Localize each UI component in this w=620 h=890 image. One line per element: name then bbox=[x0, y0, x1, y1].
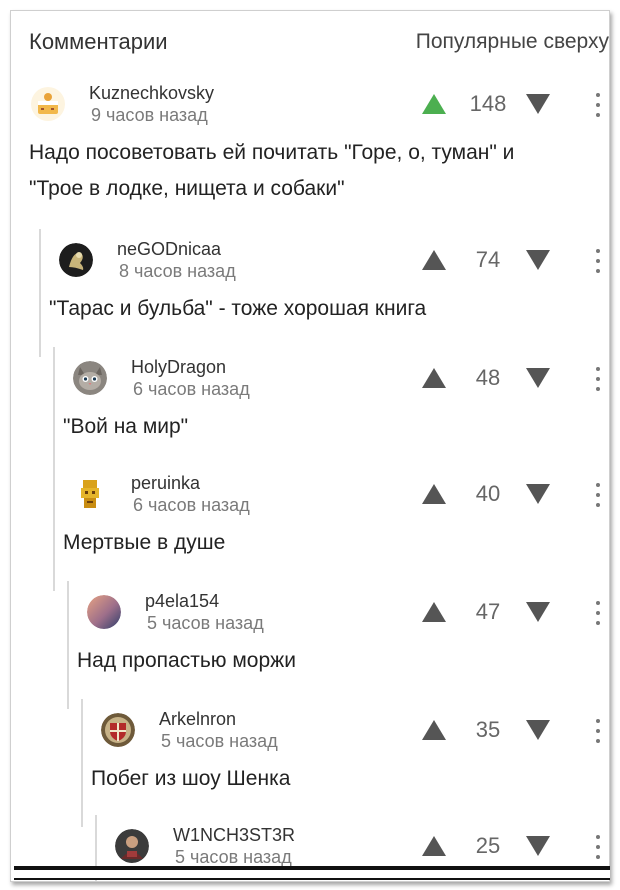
comments-header: Комментарии Популярные сверху bbox=[29, 25, 609, 59]
upvote-arrow-icon[interactable] bbox=[421, 601, 447, 623]
comment: HolyDragon 6 часов назад 48 "Вой на мир" bbox=[53, 347, 609, 475]
downvote-arrow-icon[interactable] bbox=[525, 835, 551, 857]
shield-avatar-icon[interactable] bbox=[101, 713, 135, 747]
more-options-icon[interactable] bbox=[593, 601, 603, 625]
bottom-divider bbox=[14, 866, 610, 880]
more-options-icon[interactable] bbox=[593, 719, 603, 743]
comment-username[interactable]: neGODnicaa bbox=[117, 239, 221, 260]
thread-line bbox=[81, 699, 83, 827]
person-avatar-icon[interactable] bbox=[115, 829, 149, 863]
comment-score: 148 bbox=[469, 91, 507, 116]
more-options-icon[interactable] bbox=[593, 483, 603, 507]
comment-username[interactable]: p4ela154 bbox=[145, 591, 219, 612]
comment-timestamp: 6 часов назад bbox=[133, 495, 250, 515]
comment-text-line: Над пропастью моржи bbox=[77, 649, 296, 672]
comment-text-line: Мертвые в душе bbox=[63, 531, 226, 554]
downvote-arrow-icon[interactable] bbox=[525, 367, 551, 389]
more-options-icon[interactable] bbox=[593, 249, 603, 273]
comment-header: Arkelnron 5 часов назад 35 bbox=[85, 709, 609, 755]
upvote-arrow-icon[interactable] bbox=[421, 249, 447, 271]
thread-line bbox=[67, 581, 69, 709]
comment-score: 74 bbox=[475, 247, 501, 272]
comment-text: Над пропастью моржи bbox=[77, 637, 609, 679]
comments-title: Комментарии bbox=[29, 29, 168, 54]
upvote-arrow-icon[interactable] bbox=[421, 483, 447, 505]
comment-username[interactable]: HolyDragon bbox=[131, 357, 226, 378]
downvote-arrow-icon[interactable] bbox=[525, 601, 551, 623]
upvote-arrow-icon[interactable] bbox=[421, 93, 447, 115]
cake-avatar-icon[interactable] bbox=[31, 87, 65, 121]
downvote-arrow-icon[interactable] bbox=[525, 249, 551, 271]
more-options-icon[interactable] bbox=[593, 93, 603, 117]
comment-header: neGODnicaa 8 часов назад 74 bbox=[43, 239, 609, 285]
thread-line bbox=[53, 463, 55, 591]
comment-header: p4ela154 5 часов назад 47 bbox=[71, 591, 609, 637]
comment-username[interactable]: peruinka bbox=[131, 473, 200, 494]
comment-username[interactable]: W1NCH3ST3R bbox=[173, 825, 295, 846]
idol-avatar-icon[interactable] bbox=[73, 477, 107, 511]
thread-line bbox=[39, 229, 41, 357]
comment-header: HolyDragon 6 часов назад 48 bbox=[57, 357, 609, 403]
comment-text-line: Надо посоветовать ей почитать "Горе, о, … bbox=[29, 141, 515, 164]
downvote-arrow-icon[interactable] bbox=[525, 483, 551, 505]
comment-timestamp: 9 часов назад bbox=[91, 105, 208, 125]
comment-timestamp: 5 часов назад bbox=[161, 731, 278, 751]
comment-text: "Вой на мир" bbox=[63, 403, 609, 445]
comment: Kuznechkovsky 9 часов назад 148 Надо посове… bbox=[29, 83, 609, 207]
dark-figure-avatar-icon[interactable] bbox=[59, 243, 93, 277]
comment-text: Побег из шоу Шенка bbox=[91, 755, 609, 797]
comment: peruinka 6 часов назад 40 Мертвые в душе bbox=[53, 463, 609, 591]
downvote-arrow-icon[interactable] bbox=[525, 719, 551, 741]
upvote-arrow-icon[interactable] bbox=[421, 719, 447, 741]
comments-panel: Комментарии Популярные сверху Kuznechkov… bbox=[10, 10, 610, 882]
comment-score: 40 bbox=[475, 481, 501, 506]
comment-timestamp: 6 часов назад bbox=[133, 379, 250, 399]
comment: p4ela154 5 часов назад 47 Над пропастью мор… bbox=[67, 581, 609, 709]
comment-timestamp: 5 часов назад bbox=[147, 613, 264, 633]
comment-text: Мертвые в душе bbox=[63, 519, 609, 561]
comment-text-line: Побег из шоу Шенка bbox=[91, 767, 291, 790]
comment-score: 35 bbox=[475, 717, 501, 742]
upvote-arrow-icon[interactable] bbox=[421, 835, 447, 857]
comment-text: "Тарас и бульба" - тоже хорошая книга bbox=[49, 285, 609, 327]
more-options-icon[interactable] bbox=[593, 367, 603, 391]
comment-score: 47 bbox=[475, 599, 501, 624]
comment-text: Надо посоветовать ей почитать "Горе, о, … bbox=[29, 129, 609, 207]
comment: neGODnicaa 8 часов назад 74 "Тарас и бульба… bbox=[39, 229, 609, 357]
comment: Arkelnron 5 часов назад 35 Побег из шоу Шен… bbox=[81, 699, 609, 827]
thread-line bbox=[53, 347, 55, 475]
comment-score: 48 bbox=[475, 365, 501, 390]
comment-header: peruinka 6 часов назад 40 bbox=[57, 473, 609, 519]
downvote-arrow-icon[interactable] bbox=[525, 93, 551, 115]
comment-score: 25 bbox=[475, 833, 501, 858]
more-options-icon[interactable] bbox=[593, 835, 603, 859]
comment-text-line: "Тарас и бульба" - тоже хорошая книга bbox=[49, 297, 427, 320]
comment-header: Kuznechkovsky 9 часов назад 148 bbox=[29, 83, 609, 129]
comment-text-line: "Вой на мир" bbox=[63, 415, 189, 438]
comment-timestamp: 8 часов назад bbox=[119, 261, 236, 281]
comment-username[interactable]: Kuznechkovsky bbox=[89, 83, 214, 104]
gradient-avatar-icon[interactable] bbox=[87, 595, 121, 629]
comment-text-line: "Трое в лодке, нищета и собаки" bbox=[29, 177, 345, 200]
sort-dropdown[interactable]: Популярные сверху bbox=[416, 30, 609, 54]
upvote-arrow-icon[interactable] bbox=[421, 367, 447, 389]
cat-avatar-icon[interactable] bbox=[73, 361, 107, 395]
comment-header: W1NCH3ST3R 5 часов назад 25 bbox=[99, 825, 609, 871]
comment-username[interactable]: Arkelnron bbox=[159, 709, 236, 730]
comment-timestamp: 5 часов назад bbox=[175, 847, 292, 867]
